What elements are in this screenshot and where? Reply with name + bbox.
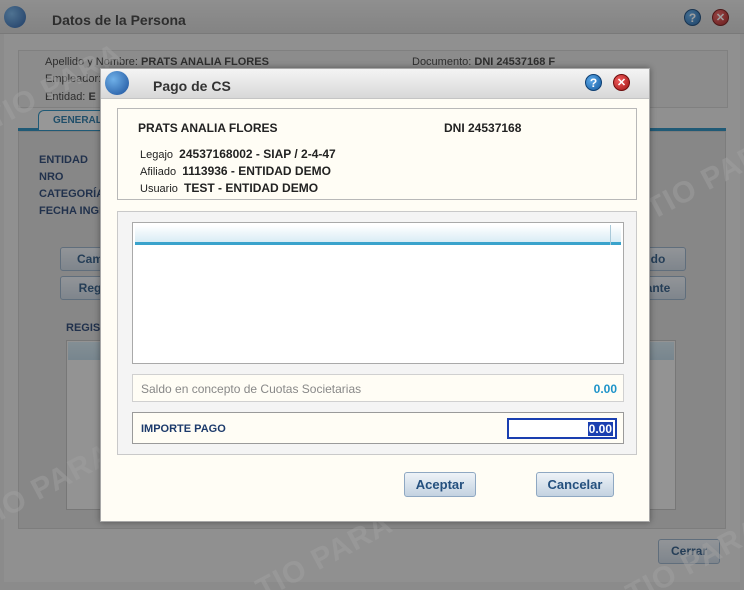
dialog-title: Pago de CS bbox=[153, 78, 231, 94]
app-logo-icon bbox=[105, 71, 129, 95]
importe-row: IMPORTE PAGO 0.00 bbox=[132, 412, 624, 444]
importe-label: IMPORTE PAGO bbox=[141, 423, 226, 435]
afiliado-value: 1113936 - ENTIDAD DEMO bbox=[182, 164, 331, 178]
payments-grid-header bbox=[135, 225, 621, 245]
legajo-label: Legajo bbox=[140, 149, 174, 161]
usuario-value: TEST - ENTIDAD DEMO bbox=[184, 181, 319, 195]
afiliado-label: Afiliado bbox=[140, 166, 177, 178]
payment-box: Saldo en concepto de Cuotas Societarias … bbox=[117, 211, 637, 455]
usuario-row: Usuario TEST - ENTIDAD DEMO bbox=[140, 181, 318, 195]
importe-selected-text: 0.00 bbox=[587, 422, 613, 436]
help-icon[interactable]: ? bbox=[585, 74, 602, 91]
legajo-row: Legajo 24537168002 - SIAP / 2-4-47 bbox=[140, 147, 336, 161]
pago-cs-dialog: Pago de CS ? ✕ PRATS ANALIA FLORES DNI 2… bbox=[100, 68, 650, 522]
close-icon[interactable]: ✕ bbox=[613, 74, 630, 91]
payments-grid[interactable] bbox=[132, 222, 624, 364]
grid-column-separator bbox=[610, 225, 611, 245]
legajo-value: 24537168002 - SIAP / 2-4-47 bbox=[179, 147, 336, 161]
aceptar-button[interactable]: Aceptar bbox=[404, 472, 476, 497]
afiliado-row: Afiliado 1113936 - ENTIDAD DEMO bbox=[140, 164, 331, 178]
saldo-label: Saldo en concepto de Cuotas Societarias bbox=[141, 382, 362, 396]
person-info-box: PRATS ANALIA FLORES DNI 24537168 Legajo … bbox=[117, 108, 637, 200]
person-name: PRATS ANALIA FLORES bbox=[138, 121, 278, 135]
saldo-value: 0.00 bbox=[593, 382, 617, 396]
usuario-label: Usuario bbox=[140, 183, 178, 195]
cancelar-button[interactable]: Cancelar bbox=[536, 472, 614, 497]
saldo-row: Saldo en concepto de Cuotas Societarias … bbox=[132, 374, 624, 402]
dialog-titlebar: Pago de CS ? ✕ bbox=[101, 69, 649, 99]
person-dni: DNI 24537168 bbox=[444, 121, 522, 135]
